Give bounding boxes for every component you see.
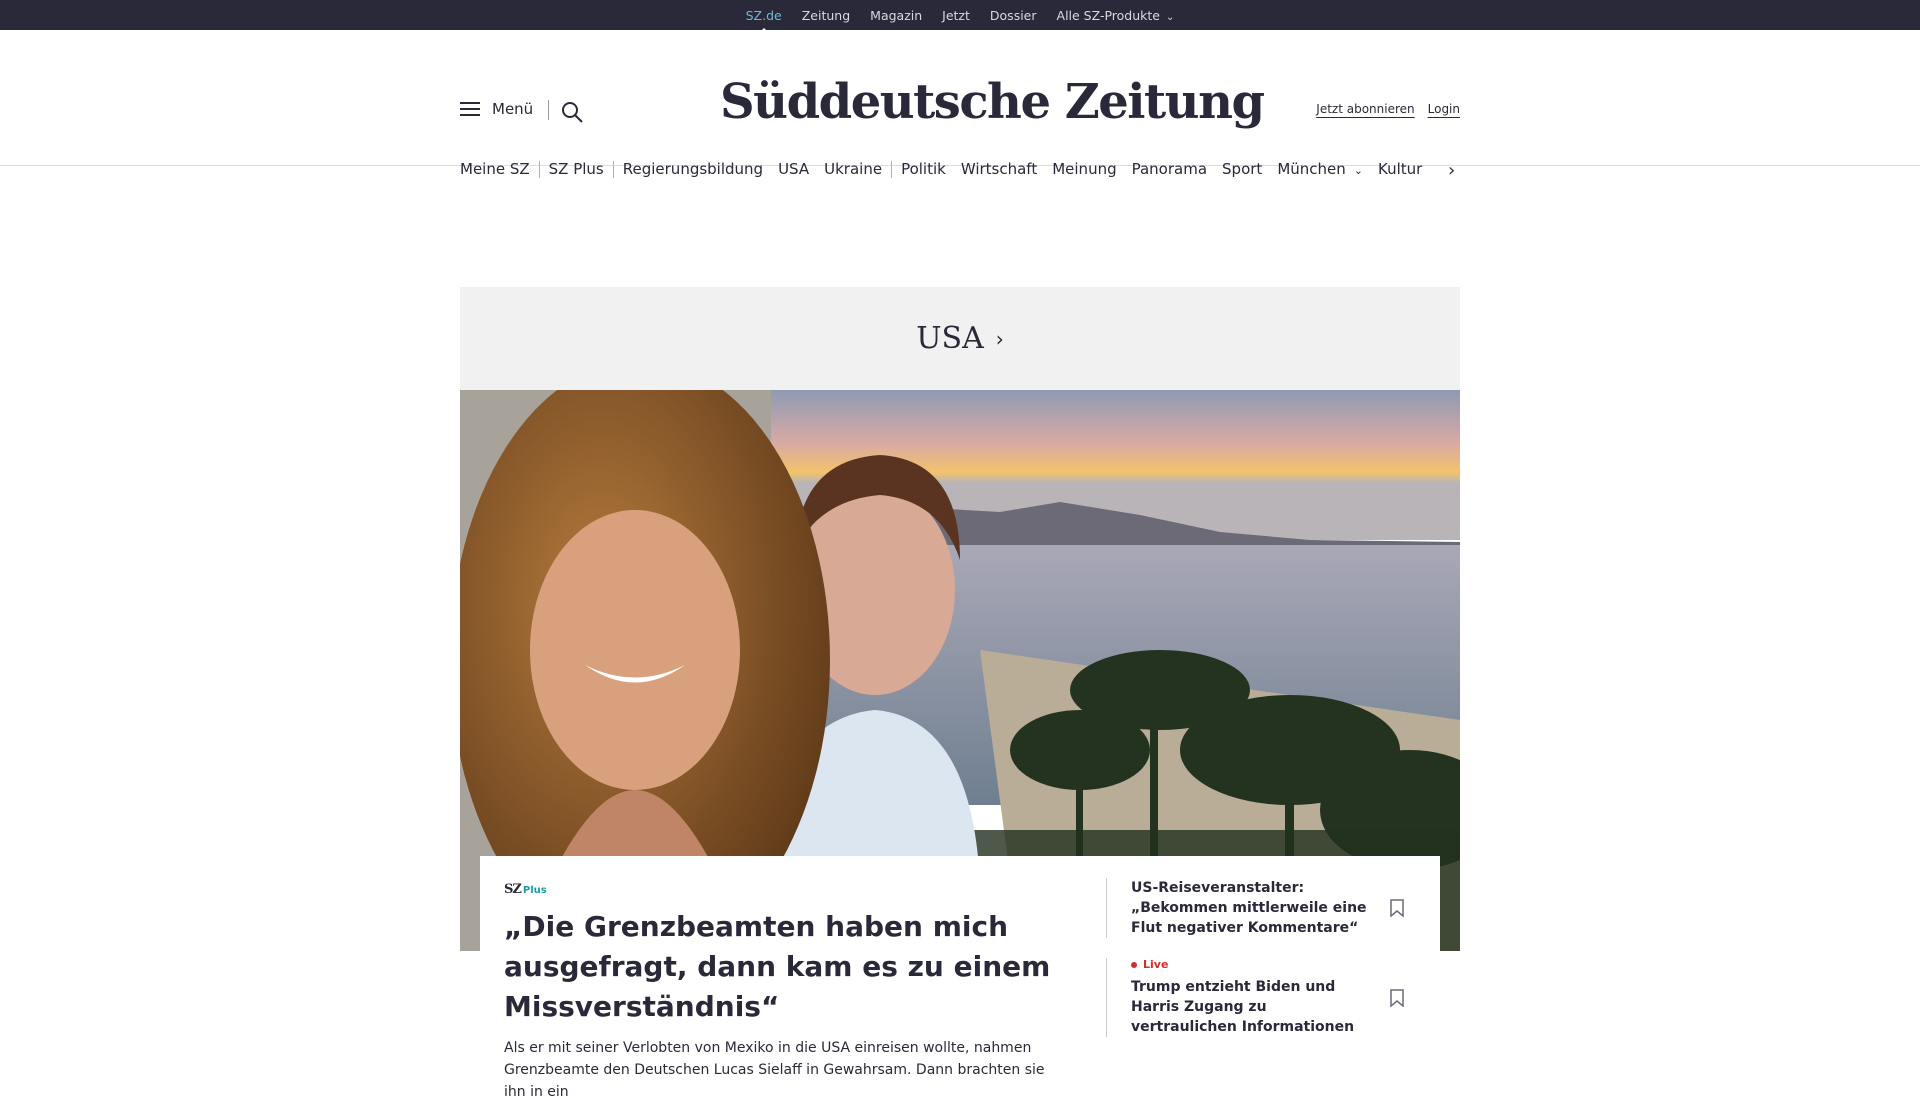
live-dot-icon [1131, 961, 1137, 968]
nav-item-kultur[interactable]: Kultur [1378, 160, 1422, 178]
site-logo[interactable]: Süddeutsche Zeitung [720, 74, 1265, 130]
nav-item-sport[interactable]: Sport [1222, 160, 1262, 178]
sz-plus-badge: SZ Plus [504, 882, 1064, 897]
login-link[interactable]: Login [1428, 102, 1460, 116]
product-link-zeitung[interactable]: Zeitung [802, 8, 850, 23]
nav-item-politik[interactable]: Politik [901, 160, 946, 178]
bookmark-icon[interactable] [1390, 899, 1404, 917]
site-header: Menü Süddeutsche Zeitung Jetzt abonniere… [0, 30, 1920, 181]
account-links: Jetzt abonnieren Login [1316, 102, 1460, 116]
nav-scroll-right-icon[interactable]: › [1448, 160, 1455, 181]
nav-item-sz-plus[interactable]: SZ Plus [549, 160, 604, 178]
main-teaser[interactable]: SZ Plus „Die Grenzbeamten haben mich aus… [504, 882, 1064, 1103]
nav-item-wirtschaft[interactable]: Wirtschaft [961, 160, 1037, 178]
teaser-headline[interactable]: „Die Grenzbeamten haben mich ausgefragt,… [504, 907, 1064, 1027]
live-badge: Live [1131, 958, 1376, 971]
product-bar: SZ.de Zeitung Magazin Jetzt Dossier Alle… [0, 0, 1920, 30]
nav-divider [891, 160, 893, 178]
nav-item-muenchen[interactable]: München ⌄ [1277, 160, 1363, 178]
menu-button[interactable]: Menü [460, 100, 533, 118]
sz-plus-badge-sz: SZ [504, 882, 522, 897]
header-divider [548, 100, 549, 120]
product-link-all-products[interactable]: Alle SZ-Produkte ⌄ [1057, 8, 1175, 23]
related-articles: US-Reiseveranstalter: „Bekommen mittlerw… [1106, 878, 1416, 1037]
section-header[interactable]: USA › [460, 287, 1460, 390]
related-article[interactable]: US-Reiseveranstalter: „Bekommen mittlerw… [1106, 878, 1416, 938]
product-link-szde[interactable]: SZ.de [746, 8, 782, 23]
section-title: USA [916, 321, 984, 356]
product-link-dossier[interactable]: Dossier [990, 8, 1037, 23]
teaser-lead: Als er mit seiner Verlobten von Mexiko i… [504, 1040, 1045, 1100]
search-icon[interactable] [560, 100, 584, 124]
nav-item-usa[interactable]: USA [778, 160, 809, 178]
all-products-label: Alle SZ-Produkte [1056, 7, 1160, 23]
menu-label: Menü [492, 100, 534, 118]
chevron-right-icon: › [995, 326, 1004, 351]
nav-item-ukraine[interactable]: Ukraine [824, 160, 882, 178]
teaser-card: SZ Plus „Die Grenzbeamten haben mich aus… [480, 856, 1440, 1100]
nav-divider [538, 160, 540, 178]
subscribe-link[interactable]: Jetzt abonnieren [1316, 102, 1414, 116]
chevron-down-icon: ⌄ [1353, 164, 1363, 177]
nav-item-regierungsbildung[interactable]: Regierungsbildung [623, 160, 763, 178]
bookmark-icon[interactable] [1390, 988, 1404, 1007]
nav-item-panorama[interactable]: Panorama [1132, 160, 1207, 178]
related-article[interactable]: Live Trump entzieht Biden und Harris Zug… [1106, 958, 1416, 1037]
live-label: Live [1143, 958, 1169, 971]
sz-plus-badge-plus: Plus [522, 885, 547, 896]
main-navigation: Meine SZ SZ Plus Regierungsbildung USA U… [460, 160, 1422, 178]
related-article-title[interactable]: Trump entzieht Biden und Harris Zugang z… [1131, 977, 1376, 1037]
chevron-down-icon: ⌄ [1165, 11, 1175, 23]
nav-divider [612, 160, 614, 178]
nav-item-muenchen-label: München [1277, 160, 1346, 178]
related-article-title[interactable]: US-Reiseveranstalter: „Bekommen mittlerw… [1131, 878, 1376, 938]
hamburger-icon [460, 102, 480, 116]
nav-item-meine-sz[interactable]: Meine SZ [460, 160, 530, 178]
product-link-jetzt[interactable]: Jetzt [942, 8, 970, 23]
nav-item-meinung[interactable]: Meinung [1052, 160, 1116, 178]
product-link-magazin[interactable]: Magazin [870, 8, 922, 23]
